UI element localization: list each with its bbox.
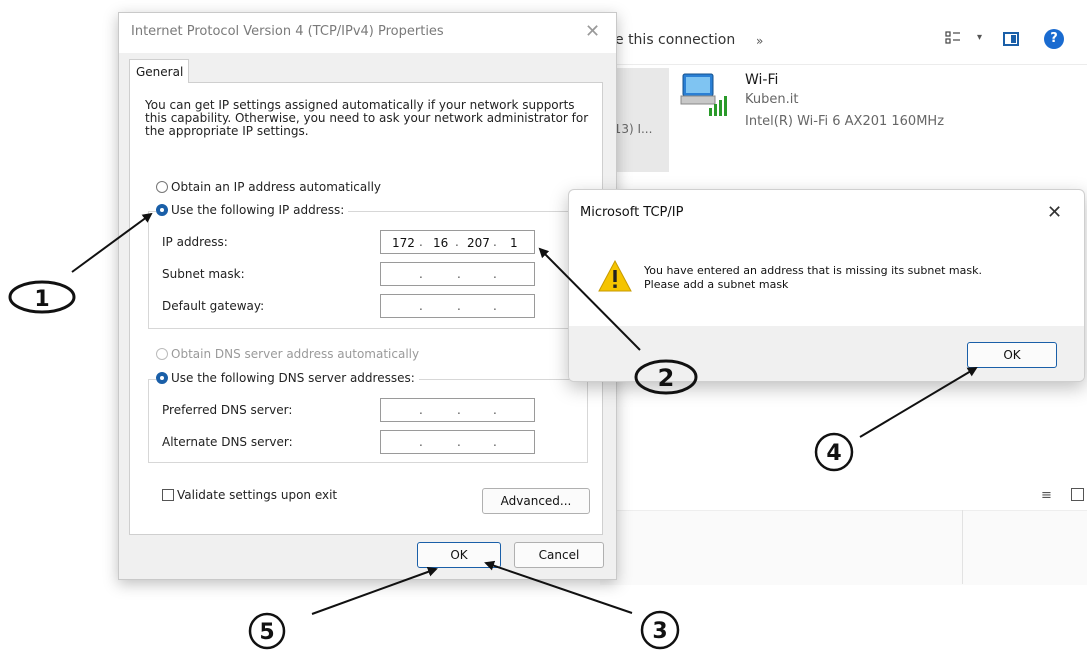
preview-pane-icon[interactable] xyxy=(1003,32,1019,46)
rename-connection-button[interactable]: e this connection xyxy=(615,32,735,48)
ip-octet-3: 207 xyxy=(467,236,490,250)
toolbar-overflow-button[interactable]: » xyxy=(756,34,763,48)
message-line-2: Please add a subnet mask xyxy=(644,278,789,291)
wifi-network-name: Kuben.it xyxy=(745,92,799,107)
preferred-dns-label: Preferred DNS server: xyxy=(162,403,293,417)
radio-obtain-dns-auto-label: Obtain DNS server address automatically xyxy=(171,347,420,361)
ipv4-properties-dialog: Internet Protocol Version 4 (TCP/IPv4) P… xyxy=(118,12,617,580)
general-tab-panel: You can get IP settings assigned automat… xyxy=(129,82,603,535)
tiles-view-icon[interactable] xyxy=(1071,488,1084,501)
validate-settings-label: Validate settings upon exit xyxy=(177,488,338,502)
checkbox-unchecked-icon xyxy=(162,489,174,501)
radio-use-following-dns[interactable]: Use the following DNS server addresses: xyxy=(156,371,419,385)
ip-address-field[interactable]: 172 . 16 . 207 . 1 xyxy=(380,230,535,254)
validate-settings-checkbox[interactable]: Validate settings upon exit xyxy=(162,488,337,502)
advanced-button[interactable]: Advanced... xyxy=(482,488,590,514)
radio-on-icon xyxy=(156,372,168,384)
wifi-connection-name: Wi-Fi xyxy=(745,72,779,88)
callout-5-label: 5 xyxy=(259,620,274,645)
radio-obtain-ip-auto[interactable]: Obtain an IP address automatically xyxy=(156,180,381,194)
callout-5: 5 xyxy=(248,567,438,650)
ip-octet-4: 1 xyxy=(510,236,518,250)
ipv4-close-button[interactable]: ✕ xyxy=(585,21,600,42)
alternate-dns-label: Alternate DNS server: xyxy=(162,435,293,449)
message-close-button[interactable]: ✕ xyxy=(1047,202,1062,223)
wifi-adapter-name: Intel(R) Wi-Fi 6 AX201 160MHz xyxy=(745,114,945,129)
details-view-icon[interactable]: ≡ xyxy=(1041,488,1052,503)
callout-3-label: 3 xyxy=(652,619,667,644)
message-dialog-title: Microsoft TCP/IP xyxy=(580,205,684,220)
ok-button[interactable]: OK xyxy=(417,542,501,568)
message-line-1: You have entered an address that is miss… xyxy=(644,264,982,277)
callout-1-label: 1 xyxy=(34,287,49,312)
message-body: You have entered an address that is miss… xyxy=(644,264,1064,292)
explorer-bottom-area xyxy=(600,510,1087,585)
network-adapter-item[interactable]: (13) I... xyxy=(609,68,669,172)
ipv4-titlebar: Internet Protocol Version 4 (TCP/IPv4) P… xyxy=(119,13,616,53)
explorer-divider xyxy=(962,510,963,584)
message-ok-button[interactable]: OK xyxy=(967,342,1057,368)
warning-icon xyxy=(598,260,632,292)
radio-use-following-ip-label: Use the following IP address: xyxy=(171,203,345,217)
wifi-adapter-icon[interactable] xyxy=(679,70,731,120)
tab-general[interactable]: General xyxy=(129,59,189,83)
ip-address-label: IP address: xyxy=(162,235,228,249)
subnet-mask-label: Subnet mask: xyxy=(162,267,245,281)
ip-octet-1: 172 xyxy=(392,236,415,250)
radio-use-following-dns-label: Use the following DNS server addresses: xyxy=(171,371,415,385)
radio-on-icon xyxy=(156,204,168,216)
alternate-dns-field[interactable]: ... xyxy=(380,430,535,454)
intro-text: You can get IP settings assigned automat… xyxy=(145,98,589,138)
default-gateway-field[interactable]: ... xyxy=(380,294,535,318)
help-icon[interactable]: ? xyxy=(1044,29,1064,49)
radio-obtain-ip-auto-label: Obtain an IP address automatically xyxy=(171,180,382,194)
radio-off-icon xyxy=(156,181,168,193)
ipv4-dialog-title: Internet Protocol Version 4 (TCP/IPv4) P… xyxy=(131,24,444,39)
tcpip-message-dialog: Microsoft TCP/IP ✕ You have entered an a… xyxy=(568,189,1085,382)
radio-disabled-icon xyxy=(156,348,168,360)
preferred-dns-field[interactable]: ... xyxy=(380,398,535,422)
subnet-mask-field[interactable]: ... xyxy=(380,262,535,286)
view-options-icon[interactable] xyxy=(945,30,961,46)
view-dropdown-icon[interactable]: ▾ xyxy=(977,32,982,43)
default-gateway-label: Default gateway: xyxy=(162,299,265,313)
explorer-toolbar: e this connection » ▾ ? xyxy=(601,22,1087,65)
cancel-button[interactable]: Cancel xyxy=(514,542,604,568)
radio-obtain-dns-auto[interactable]: Obtain DNS server address automatically xyxy=(156,347,419,361)
radio-use-following-ip[interactable]: Use the following IP address: xyxy=(156,203,349,217)
ip-octet-2: 16 xyxy=(433,236,449,250)
